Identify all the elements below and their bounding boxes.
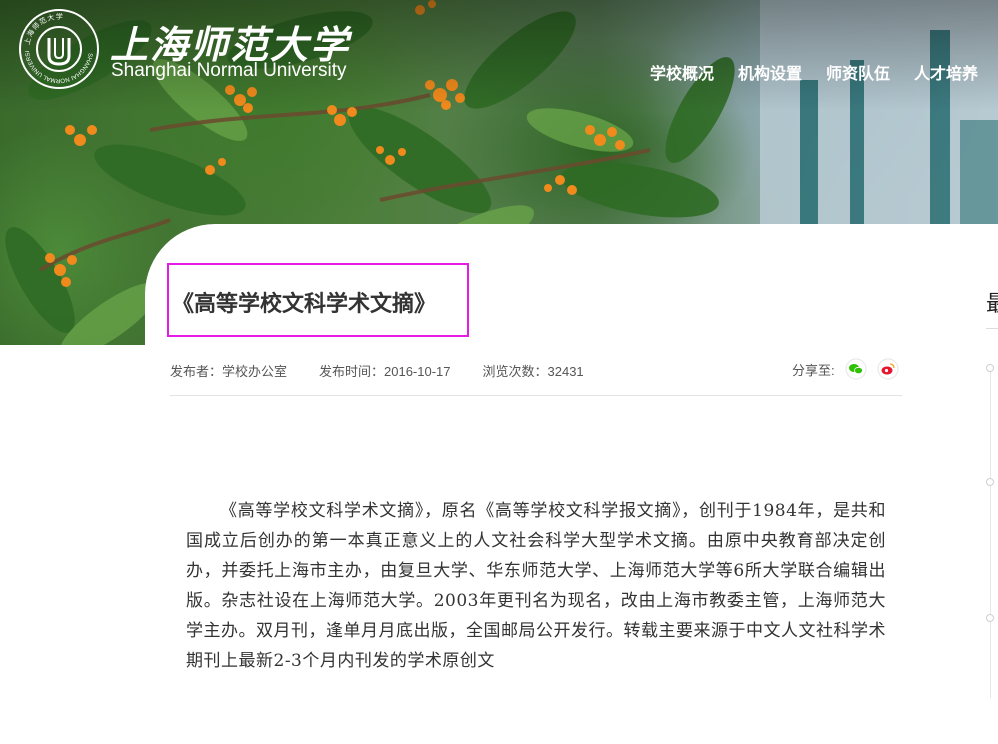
meta-views: 浏览次数：32431 <box>482 364 584 379</box>
wechat-icon[interactable] <box>845 358 867 380</box>
share-label: 分享至: <box>792 362 835 378</box>
timeline-dot <box>986 478 994 486</box>
university-emblem-logo[interactable]: 上海师范大学 SHANGHAI NORMAL UNIVERSITY <box>16 4 100 90</box>
sidebar-timeline-line <box>990 368 991 698</box>
nav-item-organization[interactable]: 机构设置 <box>738 60 802 84</box>
article-meta: 发布者：学校办公室 发布时间：2016-10-17 浏览次数：32431 <box>170 361 584 380</box>
meta-divider <box>170 395 902 396</box>
meta-publisher: 发布者：学校办公室 <box>170 364 288 379</box>
article-paragraph: 《高等学校文科学术文摘》，原名《高等学校文科学报文摘》，创刊于1984年，是共和… <box>186 501 886 671</box>
weibo-icon[interactable] <box>877 358 899 380</box>
share-bar: 分享至: <box>792 358 899 380</box>
timeline-dot <box>986 364 994 372</box>
meta-publish-time: 发布时间：2016-10-17 <box>319 364 451 379</box>
article-body: 《高等学校文科学术文摘》，原名《高等学校文科学报文摘》，创刊于1984年，是共和… <box>186 496 886 676</box>
nav-item-school-overview[interactable]: 学校概况 <box>650 60 714 84</box>
timeline-dot <box>986 614 994 622</box>
article-title: 《高等学校文科学术文摘》 <box>172 291 437 317</box>
nav-item-faculty[interactable]: 师资队伍 <box>826 60 890 84</box>
university-name-en[interactable]: Shanghai Normal University <box>111 60 347 82</box>
sidebar-rule <box>986 328 998 329</box>
sidebar-heading: 最 <box>986 292 998 317</box>
main-nav: 学校概况 机构设置 师资队伍 人才培养 <box>650 60 978 84</box>
nav-item-talent-training[interactable]: 人才培养 <box>914 60 978 84</box>
svg-text:上海师范大学: 上海师范大学 <box>22 12 64 46</box>
